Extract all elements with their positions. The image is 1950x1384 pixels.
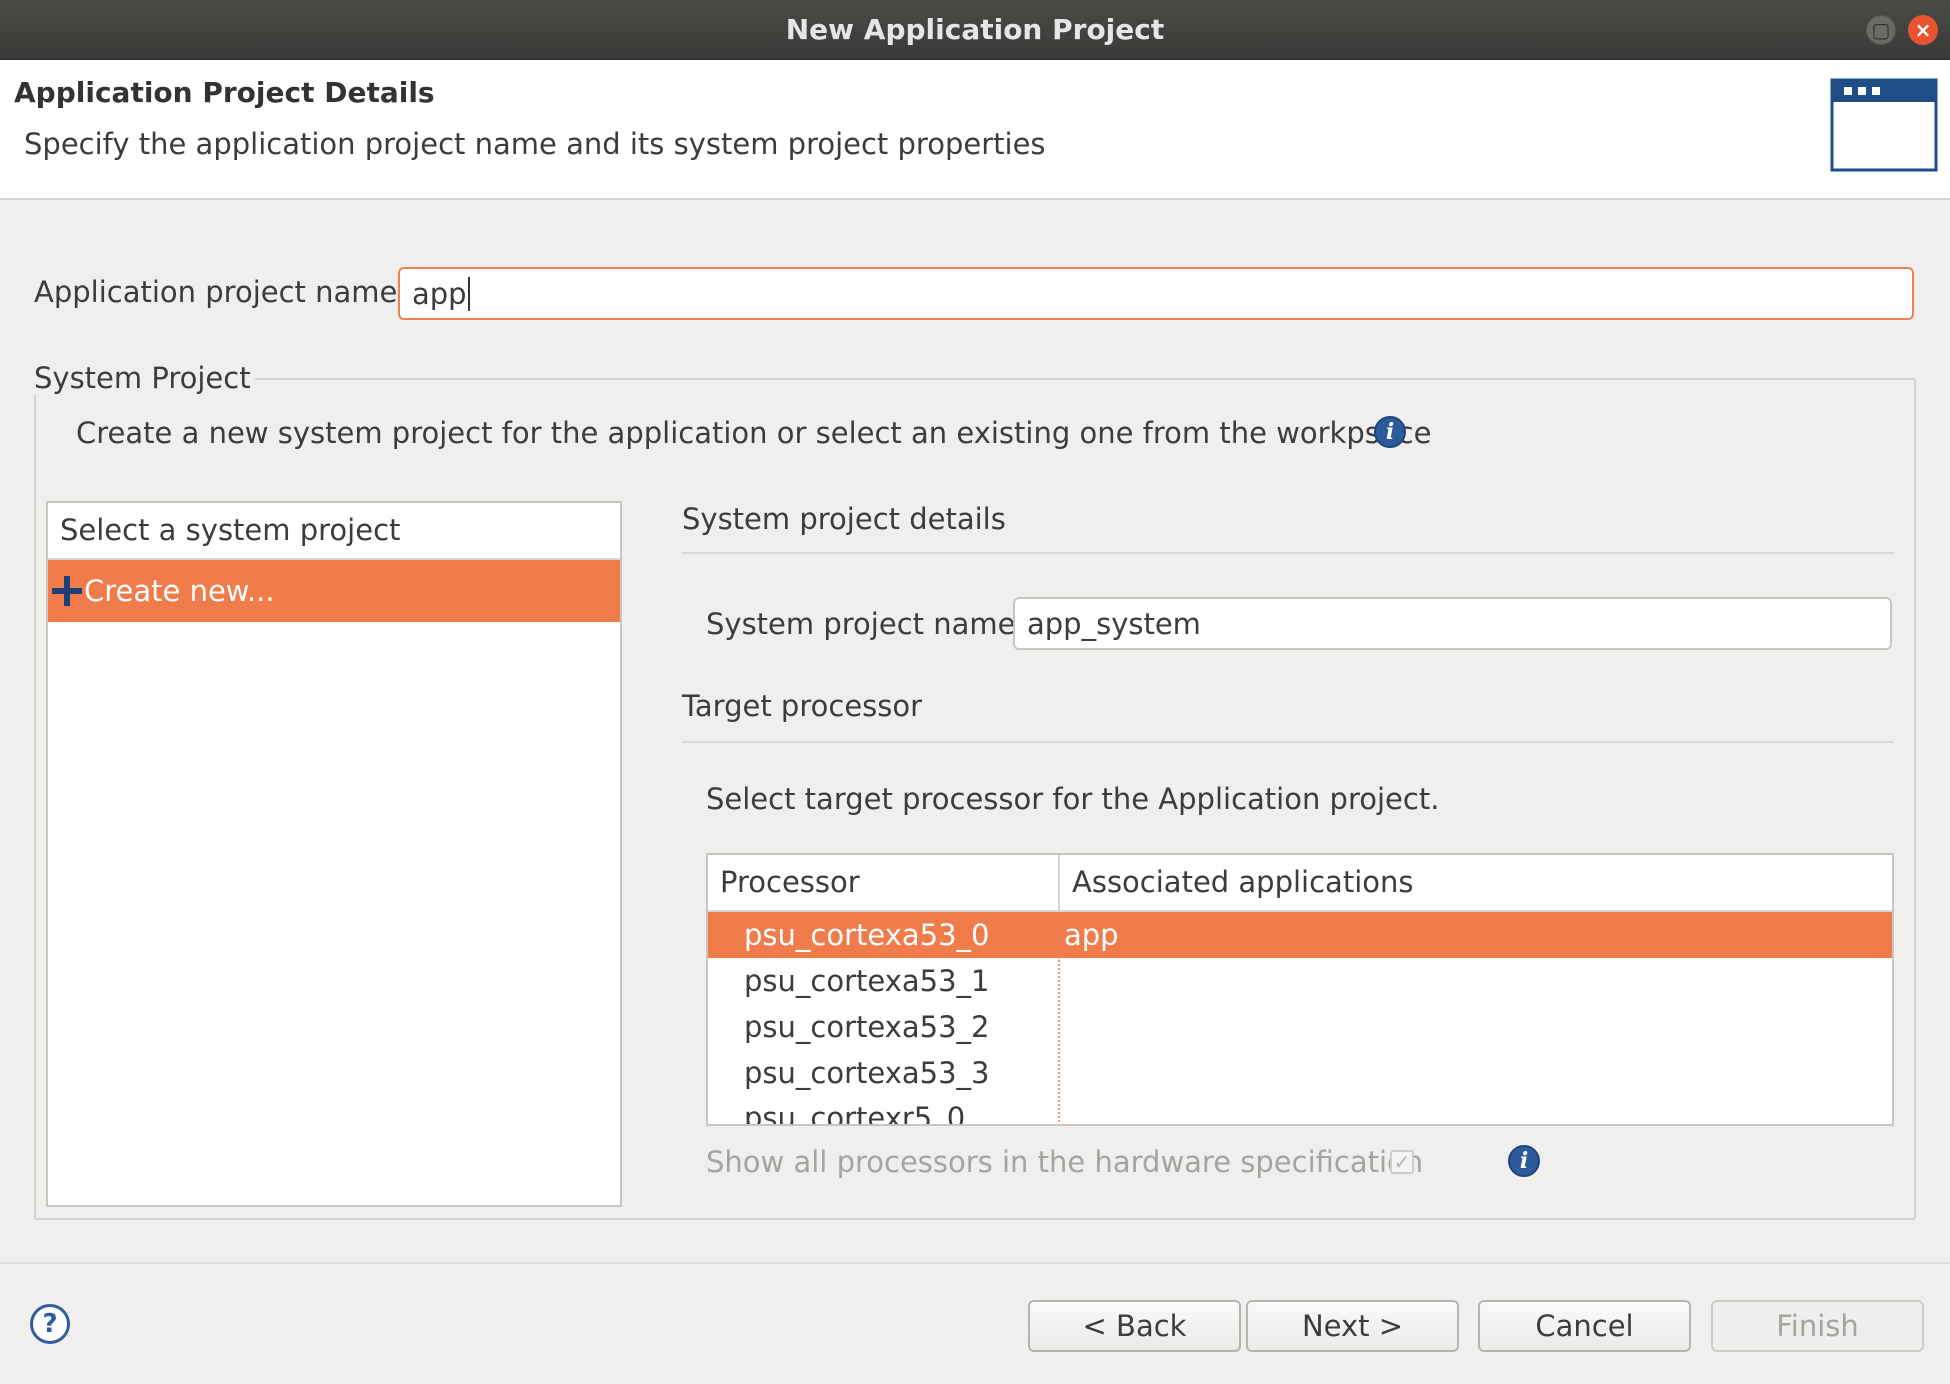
show-all-processors-checkbox[interactable]: ✓ (1390, 1150, 1414, 1174)
system-project-description: Create a new system project for the appl… (76, 416, 1432, 450)
system-project-name-value: app_system (1027, 606, 1201, 641)
processor-table[interactable]: Processor Associated applications psu_co… (706, 853, 1894, 1126)
text-caret (467, 276, 470, 311)
processor-cell: psu_cortexa53_1 (744, 964, 990, 998)
cancel-button[interactable]: Cancel (1478, 1300, 1691, 1352)
processor-cell: psu_cortexa53_0 (744, 918, 990, 952)
system-project-name-label: System project name: (706, 607, 1026, 641)
table-row[interactable]: psu_cortexa53_3 (708, 1050, 1892, 1096)
plus-icon (50, 574, 84, 608)
column-header-associated-applications[interactable]: Associated applications (1060, 855, 1414, 910)
target-processor-description: Select target processor for the Applicat… (706, 782, 1440, 816)
list-item-create-new[interactable]: Create new... (48, 560, 620, 622)
window-banner-icon (1830, 78, 1938, 172)
finish-button[interactable]: Finish (1711, 1300, 1924, 1352)
app-name-input[interactable]: app (398, 267, 1914, 320)
table-row[interactable]: psu_cortexa53_0 app (708, 912, 1892, 958)
maximize-icon[interactable]: ▢ (1866, 15, 1896, 45)
window-title: New Application Project (785, 13, 1165, 46)
show-all-processors-label: Show all processors in the hardware spec… (706, 1145, 1424, 1179)
system-project-list-header: Select a system project (48, 503, 620, 560)
processor-cell: psu_cortexr5_0 (744, 1101, 966, 1126)
back-button[interactable]: < Back (1028, 1300, 1241, 1352)
app-name-label: Application project name: (34, 275, 408, 309)
footer-separator (0, 1262, 1950, 1264)
info-icon[interactable]: i (1508, 1145, 1540, 1177)
details-separator (682, 552, 1894, 554)
wizard-header: Application Project Details Specify the … (0, 60, 1950, 200)
system-project-name-input[interactable]: app_system (1013, 597, 1892, 650)
next-button[interactable]: Next > (1246, 1300, 1459, 1352)
help-icon[interactable]: ? (30, 1304, 70, 1344)
target-processor-heading: Target processor (682, 689, 923, 723)
table-row[interactable]: psu_cortexa53_2 (708, 1004, 1892, 1050)
system-project-details-heading: System project details (682, 502, 1006, 536)
column-header-processor[interactable]: Processor (708, 855, 860, 910)
app-name-value: app (412, 276, 467, 311)
page-subtitle: Specify the application project name and… (24, 127, 1046, 161)
target-separator (682, 741, 1894, 743)
apps-cell: app (1064, 918, 1119, 952)
list-item-label: Create new... (84, 574, 275, 608)
processor-cell: psu_cortexa53_2 (744, 1010, 990, 1044)
system-project-list[interactable]: Select a system project Create new... (46, 501, 622, 1207)
title-bar: New Application Project ▢ × (0, 0, 1950, 60)
processor-cell: psu_cortexa53_3 (744, 1056, 990, 1090)
system-project-group-label: System Project (34, 361, 255, 395)
table-row[interactable]: psu_cortexr5_0 (708, 1095, 1892, 1126)
page-title: Application Project Details (14, 76, 435, 109)
close-icon[interactable]: × (1908, 15, 1938, 45)
table-row[interactable]: psu_cortexa53_1 (708, 958, 1892, 1004)
info-icon[interactable]: i (1374, 416, 1406, 448)
